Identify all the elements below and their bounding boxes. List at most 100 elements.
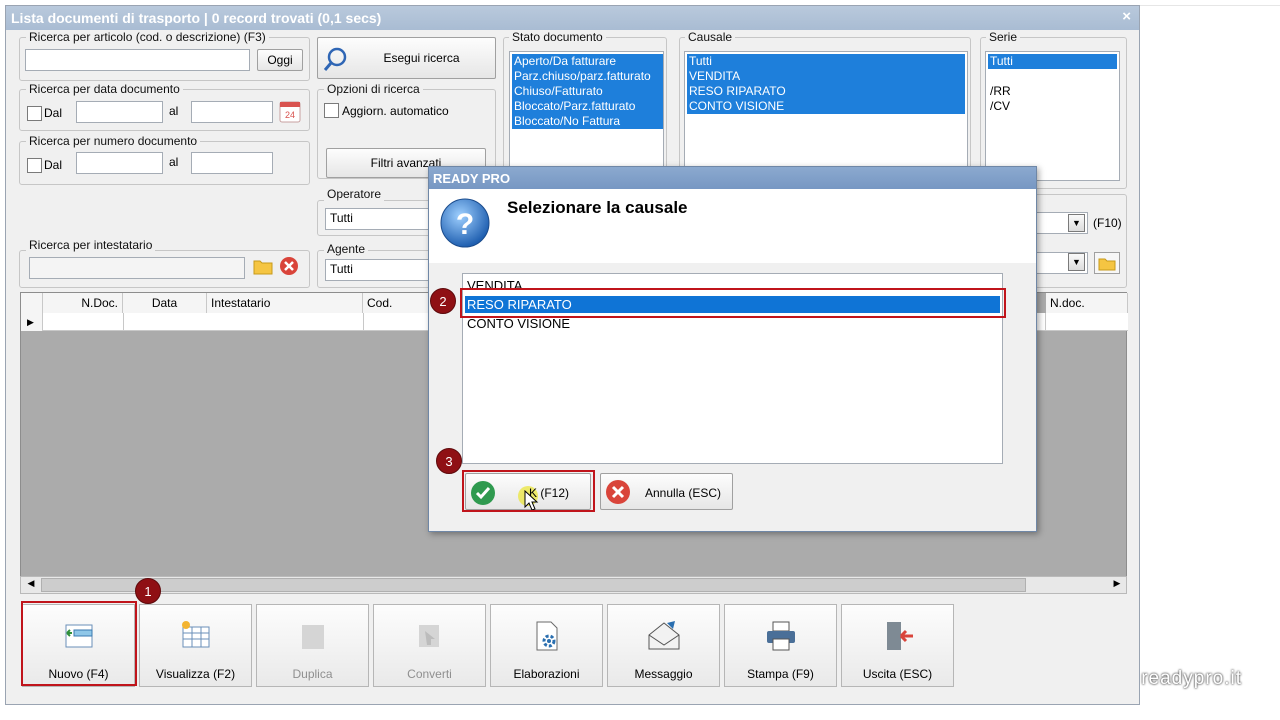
agent-select[interactable]: Tutti bbox=[325, 259, 431, 281]
column-header-data[interactable]: Data bbox=[123, 293, 207, 313]
operator-select[interactable]: Tutti bbox=[325, 208, 431, 230]
number-to-label: al bbox=[169, 155, 179, 169]
column-header-ndoc-right[interactable]: N.doc. bbox=[1046, 293, 1128, 313]
view-button-label: Visualizza (F2) bbox=[155, 667, 236, 681]
window-title: Lista documenti di trasporto | 0 record … bbox=[11, 10, 382, 26]
convert-button-label: Converti bbox=[407, 667, 452, 681]
search-options-label: Opzioni di ricerca bbox=[324, 82, 423, 96]
number-from-label: Dal bbox=[44, 158, 63, 172]
date-from-label: Dal bbox=[44, 106, 63, 120]
convert-icon bbox=[419, 625, 439, 647]
date-search-label: Ricerca per data documento bbox=[26, 82, 183, 96]
causale-item[interactable]: RESO RIPARATO bbox=[687, 84, 965, 99]
operator-label: Operatore bbox=[324, 187, 385, 201]
auto-update-label: Aggiorn. automatico bbox=[342, 104, 449, 118]
cancel-icon bbox=[606, 480, 630, 504]
serie-label: Serie bbox=[986, 30, 1021, 44]
step-badge-3: 3 bbox=[436, 448, 462, 474]
highlight-new-button bbox=[21, 601, 137, 686]
serie-item[interactable]: Tutti bbox=[988, 54, 1117, 69]
title-bar: Lista documenti di trasporto | 0 record … bbox=[6, 6, 1139, 30]
question-icon: ? bbox=[440, 198, 490, 248]
scroll-right-icon[interactable]: ▶ bbox=[1109, 578, 1125, 592]
printer-icon bbox=[767, 621, 795, 651]
duplicate-button-label: Duplica bbox=[292, 667, 333, 681]
dialog-title: READY PRO bbox=[429, 167, 1036, 189]
duplicate-icon bbox=[302, 625, 324, 649]
cancel-button[interactable]: Annulla (ESC) bbox=[600, 473, 733, 510]
status-listbox[interactable]: Aperto/Da fatturare Parz.chiuso/parz.fat… bbox=[509, 51, 664, 181]
date-from-checkbox[interactable] bbox=[27, 106, 42, 121]
view-button[interactable]: Visualizza (F2) bbox=[139, 604, 252, 687]
print-button-label: Stampa (F9) bbox=[747, 667, 814, 681]
row-header-corner bbox=[21, 293, 43, 313]
print-button[interactable]: Stampa (F9) bbox=[724, 604, 837, 687]
folder-icon[interactable] bbox=[1094, 252, 1120, 274]
svg-text:24: 24 bbox=[285, 110, 295, 120]
article-search-label: Ricerca per articolo (cod. o descrizione… bbox=[26, 30, 269, 44]
clear-icon[interactable] bbox=[279, 256, 299, 276]
folder-icon[interactable] bbox=[252, 256, 274, 276]
column-header-intestatario[interactable]: Intestatario bbox=[207, 293, 363, 313]
exit-button-label: Uscita (ESC) bbox=[862, 667, 933, 681]
today-button[interactable]: Oggi bbox=[257, 49, 303, 71]
chevron-down-icon[interactable]: ▼ bbox=[1068, 253, 1085, 271]
number-to-input[interactable] bbox=[191, 152, 273, 174]
serie-item[interactable]: /RR bbox=[990, 84, 1011, 99]
svg-text:?: ? bbox=[456, 208, 474, 241]
message-button-label: Messaggio bbox=[634, 667, 693, 681]
dialog-header: ? Selezionare la causale bbox=[429, 189, 1036, 263]
highlight-ok-button bbox=[462, 470, 595, 512]
status-item[interactable]: Chiuso/Fatturato bbox=[512, 84, 663, 99]
holder-search-label: Ricerca per intestatario bbox=[26, 238, 156, 252]
step-badge-2: 2 bbox=[430, 288, 456, 314]
serie-listbox[interactable]: Tutti /RR /CV bbox=[985, 51, 1120, 181]
serie-item[interactable]: /CV bbox=[990, 99, 1010, 114]
status-item[interactable]: Parz.chiuso/parz.fatturato bbox=[512, 69, 663, 84]
calendar-icon[interactable]: 24 bbox=[279, 99, 301, 123]
chevron-down-icon[interactable]: ▼ bbox=[1068, 214, 1085, 232]
causale-item[interactable]: VENDITA bbox=[687, 69, 965, 84]
article-search-input[interactable] bbox=[25, 49, 250, 71]
column-header-ndoc[interactable]: N.Doc. bbox=[43, 293, 123, 313]
message-button[interactable]: Messaggio bbox=[607, 604, 720, 687]
option-conto-visione[interactable]: CONTO VISIONE bbox=[467, 316, 570, 331]
causale-item[interactable]: CONTO VISIONE bbox=[687, 99, 965, 114]
number-search-label: Ricerca per numero documento bbox=[26, 134, 201, 148]
status-item[interactable]: Aperto/Da fatturare bbox=[512, 54, 663, 69]
holder-search-input[interactable] bbox=[29, 257, 245, 279]
status-item[interactable]: Bloccato/Parz.fatturato bbox=[512, 99, 663, 114]
processing-button[interactable]: Elaborazioni bbox=[490, 604, 603, 687]
view-document-icon bbox=[182, 621, 210, 648]
processing-gear-icon bbox=[536, 621, 558, 651]
brand-watermark: readypro.it bbox=[1141, 668, 1242, 689]
causale-item[interactable]: Tutti bbox=[687, 54, 965, 69]
scroll-left-icon[interactable]: ◀ bbox=[23, 578, 39, 592]
causale-listbox[interactable]: Tutti VENDITA RESO RIPARATO CONTO VISION… bbox=[684, 51, 968, 181]
execute-search-button[interactable]: Esegui ricerca bbox=[317, 37, 496, 79]
status-label: Stato documento bbox=[509, 30, 606, 44]
date-to-input[interactable] bbox=[191, 101, 273, 123]
processing-button-label: Elaborazioni bbox=[513, 667, 580, 681]
convert-button[interactable]: Converti bbox=[373, 604, 486, 687]
date-from-input[interactable] bbox=[76, 101, 163, 123]
scroll-thumb[interactable] bbox=[41, 578, 1026, 592]
horizontal-scrollbar[interactable]: ◀ ▶ bbox=[20, 576, 1127, 594]
row-pointer-icon: ▶ bbox=[21, 313, 43, 331]
right-combo-shortcut: (F10) bbox=[1093, 216, 1122, 230]
close-icon[interactable]: × bbox=[1122, 8, 1131, 25]
step-badge-1: 1 bbox=[135, 578, 161, 604]
cancel-button-label: Annulla (ESC) bbox=[645, 486, 722, 500]
exit-button[interactable]: Uscita (ESC) bbox=[841, 604, 954, 687]
divider bbox=[1140, 5, 1280, 6]
number-from-checkbox[interactable] bbox=[27, 158, 42, 173]
highlight-reso-riparato bbox=[460, 288, 1006, 318]
number-from-input[interactable] bbox=[76, 152, 163, 174]
execute-search-label: Esegui ricerca bbox=[383, 51, 460, 65]
duplicate-button[interactable]: Duplica bbox=[256, 604, 369, 687]
auto-update-checkbox[interactable] bbox=[324, 103, 339, 118]
exit-icon bbox=[887, 622, 913, 650]
message-icon bbox=[648, 621, 680, 650]
column-header-cod[interactable]: Cod. bbox=[363, 293, 433, 313]
status-item[interactable]: Bloccato/No Fattura bbox=[512, 114, 663, 129]
